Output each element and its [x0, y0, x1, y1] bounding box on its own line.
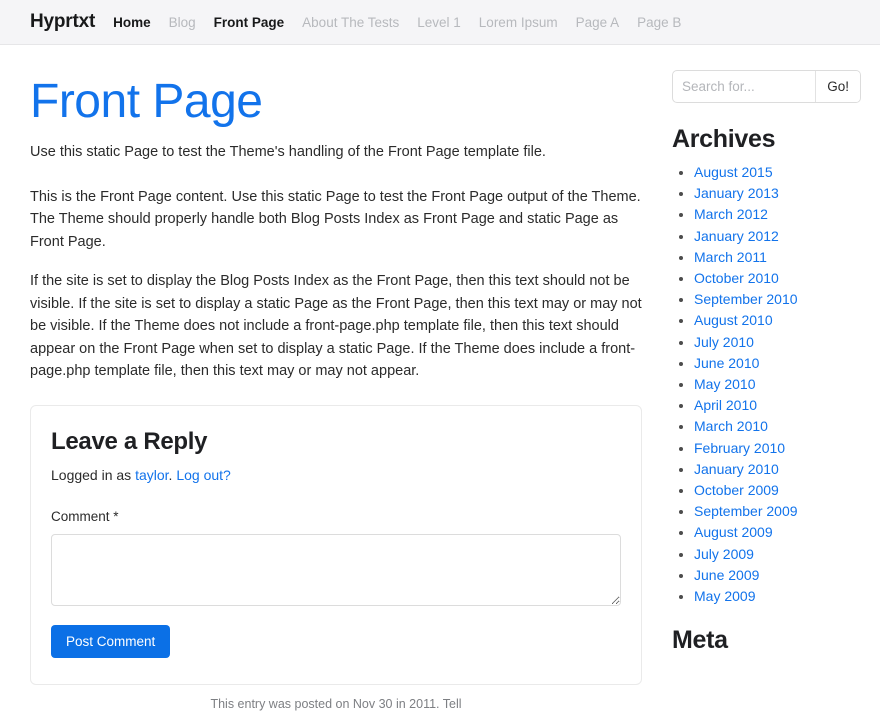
list-item: August 2015: [694, 162, 880, 183]
archive-link[interactable]: August 2010: [694, 312, 773, 328]
page-paragraph-2: If the site is set to display the Blog P…: [30, 270, 642, 382]
list-item: September 2010: [694, 289, 880, 310]
comment-field-label: Comment *: [51, 509, 621, 524]
top-navigation-bar: Hyprtxt Home Blog Front Page About The T…: [0, 0, 880, 45]
list-item: March 2011: [694, 247, 880, 268]
list-item: July 2010: [694, 332, 880, 353]
archive-link[interactable]: March 2010: [694, 418, 768, 434]
archive-link[interactable]: February 2010: [694, 440, 785, 456]
leave-a-reply-heading: Leave a Reply: [51, 428, 621, 456]
list-item: July 2009: [694, 544, 880, 565]
logged-in-prefix: Logged in as: [51, 467, 135, 483]
archive-link[interactable]: October 2010: [694, 270, 779, 286]
list-item: June 2009: [694, 565, 880, 586]
comment-form-panel: Leave a Reply Logged in as taylor. Log o…: [30, 405, 642, 685]
archive-link[interactable]: March 2012: [694, 206, 768, 222]
page-layout: Front Page Use this static Page to test …: [0, 45, 880, 711]
meta-widget-title: Meta: [672, 626, 880, 655]
archive-link[interactable]: August 2009: [694, 524, 773, 540]
archive-link[interactable]: June 2009: [694, 567, 759, 583]
search-widget: Go!: [672, 70, 861, 103]
nav-item-page-b[interactable]: Page B: [637, 15, 681, 30]
archive-link[interactable]: May 2010: [694, 376, 755, 392]
archive-link[interactable]: September 2009: [694, 503, 798, 519]
list-item: February 2010: [694, 438, 880, 459]
list-item: August 2009: [694, 522, 880, 543]
current-user-link[interactable]: taylor: [135, 467, 168, 483]
logged-in-status: Logged in as taylor. Log out?: [51, 467, 621, 483]
search-input[interactable]: [673, 71, 815, 102]
list-item: January 2012: [694, 226, 880, 247]
archive-link[interactable]: August 2015: [694, 164, 773, 180]
archive-link[interactable]: January 2013: [694, 185, 779, 201]
list-item: May 2010: [694, 374, 880, 395]
site-brand[interactable]: Hyprtxt: [30, 11, 95, 33]
archive-link[interactable]: January 2010: [694, 461, 779, 477]
list-item: March 2010: [694, 416, 880, 437]
archive-link[interactable]: January 2012: [694, 228, 779, 244]
nav-item-level-1[interactable]: Level 1: [417, 15, 461, 30]
list-item: June 2010: [694, 353, 880, 374]
nav-item-home[interactable]: Home: [113, 15, 151, 30]
archive-link[interactable]: September 2010: [694, 291, 798, 307]
log-out-link[interactable]: Log out?: [176, 467, 231, 483]
archive-link[interactable]: July 2010: [694, 334, 754, 350]
list-item: May 2009: [694, 586, 880, 607]
list-item: March 2012: [694, 204, 880, 225]
nav-item-front-page[interactable]: Front Page: [214, 15, 285, 30]
archives-widget-title: Archives: [672, 125, 880, 154]
main-content: Front Page Use this static Page to test …: [30, 45, 642, 711]
post-comment-button[interactable]: Post Comment: [51, 625, 170, 658]
archive-link[interactable]: March 2011: [694, 249, 767, 265]
list-item: January 2010: [694, 459, 880, 480]
archive-link[interactable]: April 2010: [694, 397, 757, 413]
archive-link[interactable]: May 2009: [694, 588, 755, 604]
list-item: October 2009: [694, 480, 880, 501]
list-item: August 2010: [694, 310, 880, 331]
archive-link[interactable]: July 2009: [694, 546, 754, 562]
list-item: January 2013: [694, 183, 880, 204]
page-lede-text: Use this static Page to test the Theme's…: [30, 141, 642, 163]
sidebar: Go! Archives August 2015 January 2013 Ma…: [672, 45, 880, 663]
archive-link[interactable]: October 2009: [694, 482, 779, 498]
comment-textarea[interactable]: [51, 534, 621, 606]
list-item: October 2010: [694, 268, 880, 289]
search-go-button[interactable]: Go!: [815, 71, 860, 102]
nav-item-blog[interactable]: Blog: [169, 15, 196, 30]
post-meta-footer: This entry was posted on Nov 30 in 2011.…: [30, 697, 642, 711]
nav-item-lorem-ipsum[interactable]: Lorem Ipsum: [479, 15, 558, 30]
page-title: Front Page: [30, 77, 642, 127]
list-item: April 2010: [694, 395, 880, 416]
nav-item-about-the-tests[interactable]: About The Tests: [302, 15, 399, 30]
nav-item-page-a[interactable]: Page A: [576, 15, 620, 30]
primary-nav: Home Blog Front Page About The Tests Lev…: [113, 15, 681, 30]
page-paragraph-1: This is the Front Page content. Use this…: [30, 186, 642, 253]
archives-list: August 2015 January 2013 March 2012 Janu…: [672, 162, 880, 607]
archive-link[interactable]: June 2010: [694, 355, 759, 371]
list-item: September 2009: [694, 501, 880, 522]
